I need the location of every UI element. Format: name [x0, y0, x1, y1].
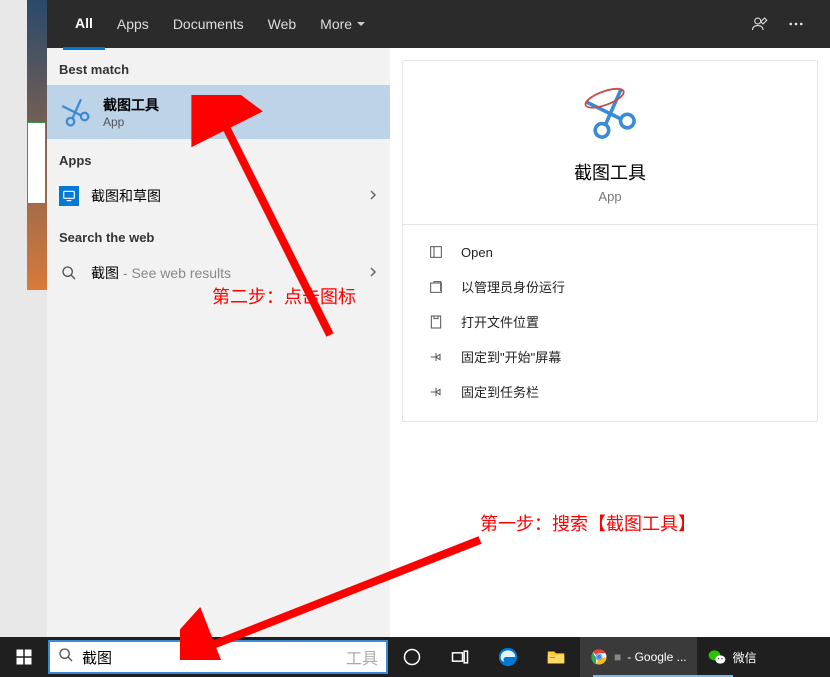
action-label: 固定到"开始"屏幕 — [461, 347, 561, 366]
folder-icon — [427, 313, 445, 331]
action-label: 打开文件位置 — [461, 312, 539, 331]
app-item-snip-sketch[interactable]: 截图和草图 — [47, 176, 390, 216]
detail-subtitle: App — [598, 189, 621, 204]
action-run-as-admin[interactable]: 以管理员身份运行 — [403, 269, 817, 304]
action-pin-to-start[interactable]: 固定到"开始"屏幕 — [403, 339, 817, 374]
taskbar-search-box[interactable]: 工具 — [48, 640, 388, 674]
search-input[interactable] — [82, 649, 342, 666]
search-filter-tabs: All Apps Documents Web More — [47, 0, 830, 48]
chevron-right-icon — [368, 187, 378, 205]
apps-header: Apps — [47, 139, 390, 176]
search-web-header: Search the web — [47, 216, 390, 253]
tab-documents[interactable]: Documents — [161, 0, 256, 48]
chevron-down-icon — [356, 0, 366, 48]
snip-sketch-icon — [59, 186, 79, 206]
web-search-query: 截图 — [91, 265, 119, 281]
tab-more-label: More — [320, 0, 352, 48]
chrome-icon — [590, 648, 608, 666]
start-button[interactable] — [0, 637, 48, 677]
app-item-label: 截图和草图 — [91, 186, 161, 206]
detail-actions-list: Open 以管理员身份运行 打开文件位置 固定到"开始"屏幕 固定到任务栏 — [403, 229, 817, 421]
action-label: Open — [461, 245, 493, 260]
detail-title: 截图工具 — [574, 159, 646, 185]
cortana-button[interactable] — [388, 637, 436, 677]
pin-icon — [427, 348, 445, 366]
chrome-window-button[interactable]: ■ - Google ... — [580, 637, 697, 677]
web-search-suffix: - See web results — [119, 265, 231, 281]
tab-more[interactable]: More — [308, 0, 378, 48]
detail-app-icon — [582, 85, 638, 141]
best-match-header: Best match — [47, 48, 390, 85]
chrome-window-label: - Google ... — [627, 650, 686, 664]
search-icon — [58, 647, 74, 668]
best-match-subtitle: App — [103, 115, 159, 129]
taskbar: 工具 ■ - Google ... 微信 — [0, 637, 830, 677]
wechat-label: 微信 — [733, 649, 757, 666]
more-options-icon[interactable] — [778, 6, 814, 42]
chevron-right-icon — [368, 264, 378, 282]
action-open-file-location[interactable]: 打开文件位置 — [403, 304, 817, 339]
tab-apps[interactable]: Apps — [105, 0, 161, 48]
wechat-icon — [707, 647, 727, 667]
file-explorer-button[interactable] — [532, 637, 580, 677]
detail-pane: 截图工具 App Open 以管理员身份运行 打开文件位置 固定到"开始"屏幕 — [402, 60, 818, 422]
search-input-ghost: 工具 — [346, 645, 378, 669]
wechat-button[interactable]: 微信 — [697, 637, 767, 677]
shield-icon — [427, 278, 445, 296]
action-label: 以管理员身份运行 — [461, 277, 565, 296]
edge-button[interactable] — [484, 637, 532, 677]
search-results-list: Best match 截图工具 App Apps 截图和草图 Search th… — [47, 48, 390, 637]
task-view-button[interactable] — [436, 637, 484, 677]
best-match-title: 截图工具 — [103, 95, 159, 115]
action-open[interactable]: Open — [403, 235, 817, 269]
action-pin-to-taskbar[interactable]: 固定到任务栏 — [403, 374, 817, 409]
web-search-item[interactable]: 截图 - See web results — [47, 253, 390, 293]
tab-all[interactable]: All — [63, 0, 105, 50]
action-label: 固定到任务栏 — [461, 382, 539, 401]
snipping-tool-icon — [59, 96, 91, 128]
tab-web[interactable]: Web — [256, 0, 309, 48]
open-icon — [427, 243, 445, 261]
feedback-icon[interactable] — [742, 6, 778, 42]
pin-taskbar-icon — [427, 383, 445, 401]
best-match-item[interactable]: 截图工具 App — [47, 85, 390, 139]
search-icon — [59, 263, 79, 283]
